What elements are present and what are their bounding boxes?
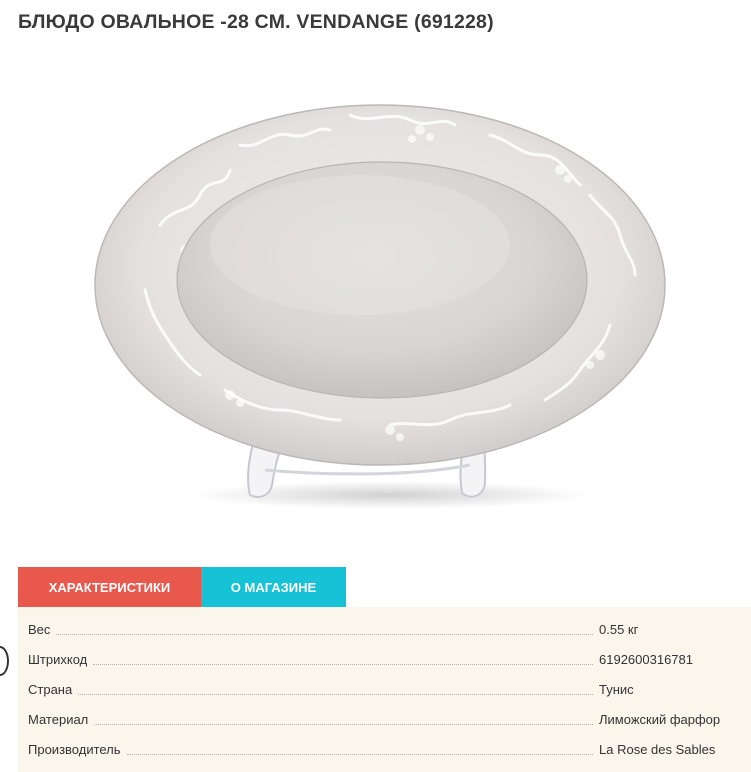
dotted-leader — [93, 663, 593, 665]
spec-value: Лиможский фарфор — [599, 711, 721, 727]
spec-label: Материал — [28, 711, 89, 727]
spec-label: Штрихкод — [28, 651, 88, 667]
page-title: БЛЮДО ОВАЛЬНОЕ -28 СМ. VENDANGE (691228) — [18, 11, 494, 33]
dotted-leader — [78, 693, 593, 695]
product-tabs: ХАРАКТЕРИСТИКИ О МАГАЗИНЕ — [18, 567, 346, 607]
spec-row-barcode: Штрихкод 6192600316781 — [28, 649, 751, 669]
dotted-leader — [126, 753, 593, 755]
spec-value: Тунис — [599, 681, 634, 697]
tab-specifications[interactable]: ХАРАКТЕРИСТИКИ — [18, 567, 201, 607]
tab-about-shop[interactable]: О МАГАЗИНЕ — [201, 567, 346, 607]
spec-value: 0.55 кг — [599, 621, 639, 637]
spec-label: Страна — [28, 681, 73, 697]
spec-label: Производитель — [28, 741, 121, 757]
spec-row-weight: Вес 0.55 кг — [28, 619, 751, 639]
oval-platter-illustration — [94, 104, 666, 509]
spec-row-manufacturer: Производитель La Rose des Sables — [28, 739, 751, 759]
spec-row-country: Страна Тунис — [28, 679, 751, 699]
spec-label: Вес — [28, 621, 51, 637]
spec-value: 6192600316781 — [599, 651, 693, 667]
dotted-leader — [94, 723, 593, 725]
edge-decoration — [0, 646, 9, 676]
specifications-panel: Вес 0.55 кг Штрихкод 6192600316781 Стран… — [18, 607, 751, 772]
spec-value: La Rose des Sables — [599, 741, 716, 757]
spec-row-material: Материал Лиможский фарфор — [28, 709, 751, 729]
dotted-leader — [56, 633, 593, 635]
product-image[interactable] — [90, 75, 680, 525]
